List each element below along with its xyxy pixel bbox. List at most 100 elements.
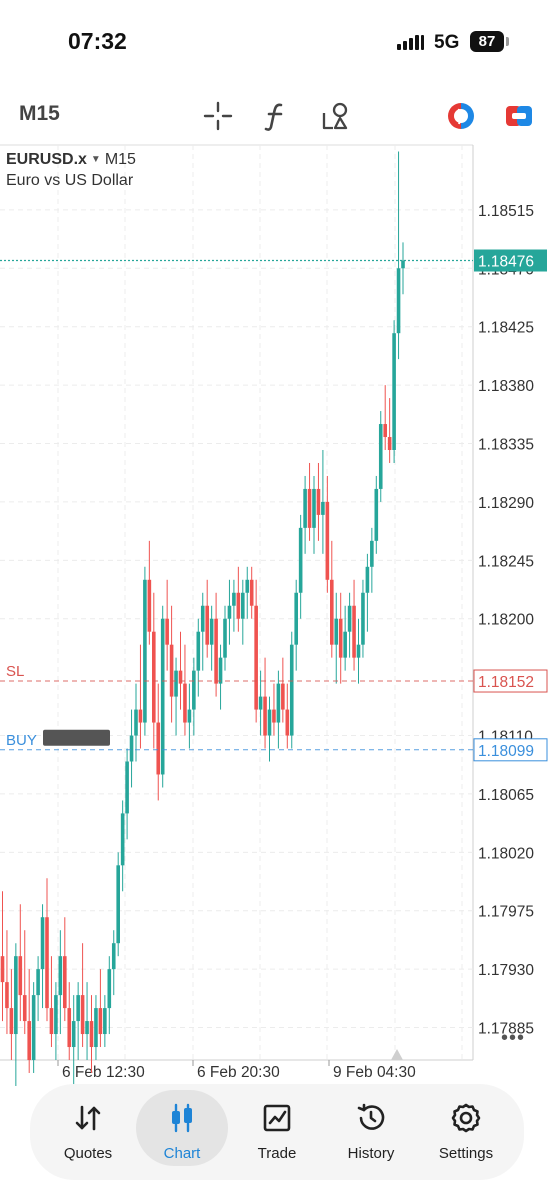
candle-body [143, 579, 147, 723]
candle-body [258, 696, 263, 710]
candle-body [392, 333, 396, 450]
nav-history[interactable]: History [325, 1090, 417, 1166]
candle-body [267, 709, 272, 736]
candle-body [111, 943, 116, 970]
price-tick-label: 1.18245 [478, 553, 534, 570]
candle-body [14, 956, 18, 1035]
price-tick-label: 1.18065 [478, 787, 534, 804]
symbol-dropdown-icon[interactable]: ▼ [91, 154, 101, 165]
nav-quotes[interactable]: Quotes [42, 1090, 134, 1166]
candle-body [40, 917, 45, 970]
candle-body [401, 260, 405, 269]
candle-body [85, 1021, 89, 1035]
candle-body [245, 579, 250, 593]
candle-body [374, 488, 379, 541]
nav-label: Quotes [63, 1145, 113, 1162]
candle-body [330, 579, 334, 645]
gear-icon [450, 1102, 482, 1134]
candle-body [71, 1021, 76, 1048]
price-chart[interactable]: 1.185151.184701.184251.183801.183351.182… [0, 0, 554, 1200]
nav-label: Settings [438, 1145, 494, 1162]
candle-body [227, 605, 232, 619]
candle-body [387, 437, 392, 450]
price-tick-label: 1.18335 [478, 437, 534, 454]
candle-body [94, 1008, 98, 1048]
candle-body [178, 670, 183, 684]
nav-trade[interactable]: Trade [231, 1090, 323, 1166]
buy-label: BUY [6, 732, 37, 749]
history-icon [355, 1102, 387, 1134]
current-price-label: 1.18476 [478, 254, 534, 271]
price-tick-label: 1.17975 [478, 904, 534, 921]
candle-body [347, 605, 352, 632]
trade-chart-icon [261, 1102, 293, 1134]
nav-label: Trade [257, 1145, 297, 1162]
candle-body [27, 1021, 31, 1060]
candle-body [338, 618, 343, 658]
nav-label: History [347, 1145, 395, 1162]
position-volume-badge[interactable] [43, 729, 110, 746]
candle-body [303, 488, 307, 528]
candle-body [98, 1008, 103, 1035]
candle-body [396, 268, 401, 334]
nav-label: Chart [163, 1145, 201, 1162]
candle-body [263, 696, 267, 736]
candle-body [285, 709, 290, 736]
candles-chart-icon [166, 1102, 198, 1134]
quotes-arrows-icon [72, 1102, 104, 1134]
time-tick-label: 6 Feb 20:30 [197, 1064, 280, 1081]
candle-body [160, 618, 165, 775]
candle-body [9, 1008, 14, 1035]
candle-body [218, 657, 223, 684]
scroll-marker-icon [391, 1049, 403, 1060]
price-tick-label: 1.18380 [478, 378, 534, 395]
candle-body [107, 969, 112, 1009]
candle-body [18, 956, 23, 996]
candle-body [192, 670, 196, 710]
candle-body [183, 683, 187, 723]
candle-body [316, 488, 321, 515]
sl-price-label: 1.18152 [478, 674, 534, 691]
candle-body [294, 592, 298, 645]
candle-body [209, 618, 214, 645]
candle-body [325, 501, 330, 580]
candle-body [272, 709, 276, 723]
candle-body [241, 592, 245, 619]
candle-body [174, 670, 178, 697]
candle-body [165, 618, 169, 645]
symbol-info: EURUSD.x ▼ M15 Euro vs US Dollar [6, 151, 136, 190]
candle-body [36, 969, 40, 996]
candle-body [45, 917, 49, 1009]
candle-body [289, 644, 294, 736]
symbol-timeframe: M15 [104, 151, 136, 168]
symbol-name[interactable]: EURUSD.x [6, 151, 87, 168]
price-tick-label: 1.18290 [478, 495, 534, 512]
candle-body [5, 982, 9, 1009]
more-options-icon[interactable]: ••• [501, 1027, 525, 1050]
candle-body [125, 761, 129, 814]
candle-body [67, 1008, 72, 1048]
price-tick-label: 1.18425 [478, 320, 534, 337]
candle-body [196, 631, 201, 671]
candle-body [0, 956, 5, 983]
candle-body [76, 995, 80, 1022]
candle-body [334, 618, 339, 645]
candle-body [232, 592, 236, 606]
candle-body [22, 995, 27, 1022]
candle-body [80, 995, 85, 1035]
nav-chart[interactable]: Chart [136, 1090, 228, 1166]
candle-body [129, 735, 134, 762]
candle-body [361, 592, 365, 645]
candle-body [365, 566, 370, 593]
candle-body [156, 722, 161, 775]
candle-body [205, 605, 209, 645]
candle-body [49, 1008, 54, 1035]
price-tick-label: 1.17930 [478, 962, 534, 979]
time-tick-label: 6 Feb 12:30 [62, 1064, 145, 1081]
candle-body [254, 605, 258, 710]
candle-body [31, 995, 36, 1060]
candle-body [249, 579, 254, 606]
nav-settings[interactable]: Settings [420, 1090, 512, 1166]
candle-body [223, 618, 227, 658]
candle-body [236, 592, 241, 619]
